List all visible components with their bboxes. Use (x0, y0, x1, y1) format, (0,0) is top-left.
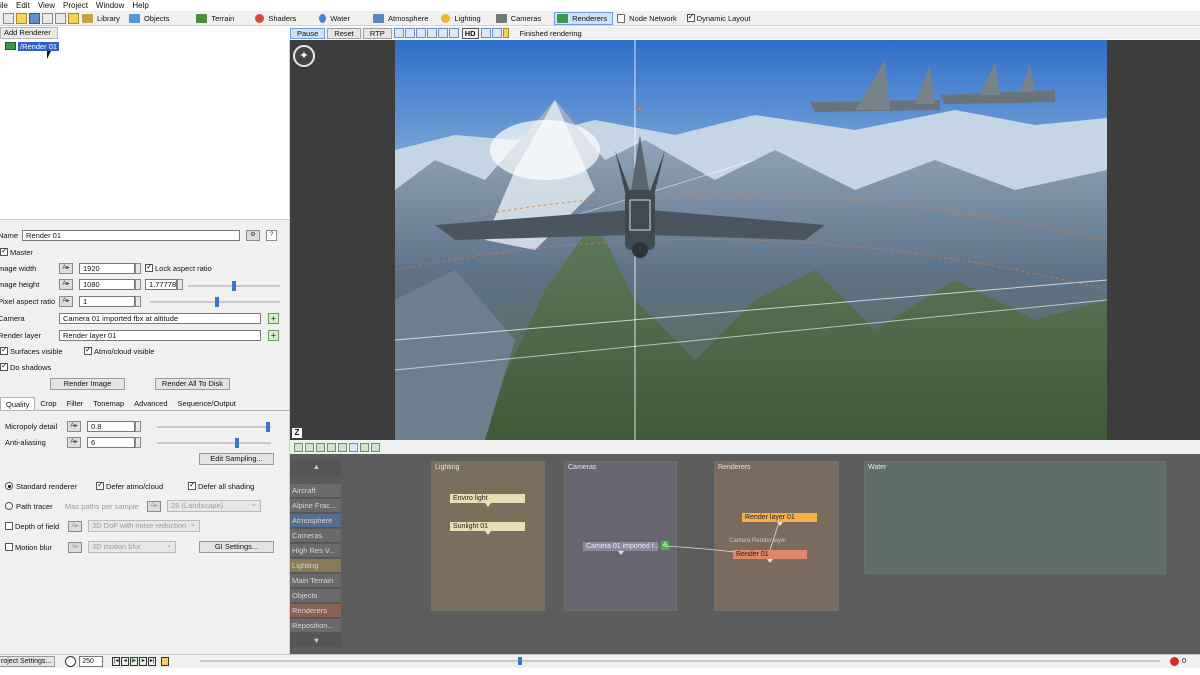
first-frame-icon[interactable]: |◂ (112, 657, 121, 666)
play-icon[interactable]: ▶ (130, 657, 139, 666)
project-settings-button[interactable]: roject Settings... (0, 656, 56, 667)
last-frame-icon[interactable]: ▸| (148, 657, 157, 666)
record-count: 0 (1182, 656, 1187, 665)
timeline-slider-knob[interactable] (518, 657, 522, 665)
node-connections (663, 521, 780, 553)
clock-icon[interactable] (65, 656, 77, 667)
frame-field[interactable]: 250 (79, 656, 104, 667)
prev-frame-icon[interactable]: ◂ (121, 657, 130, 666)
next-frame-icon[interactable]: ▸ (139, 657, 148, 666)
timeline-slider[interactable] (200, 657, 1160, 665)
keyframe-icon[interactable] (161, 657, 170, 666)
record-icon[interactable] (1170, 657, 1179, 666)
